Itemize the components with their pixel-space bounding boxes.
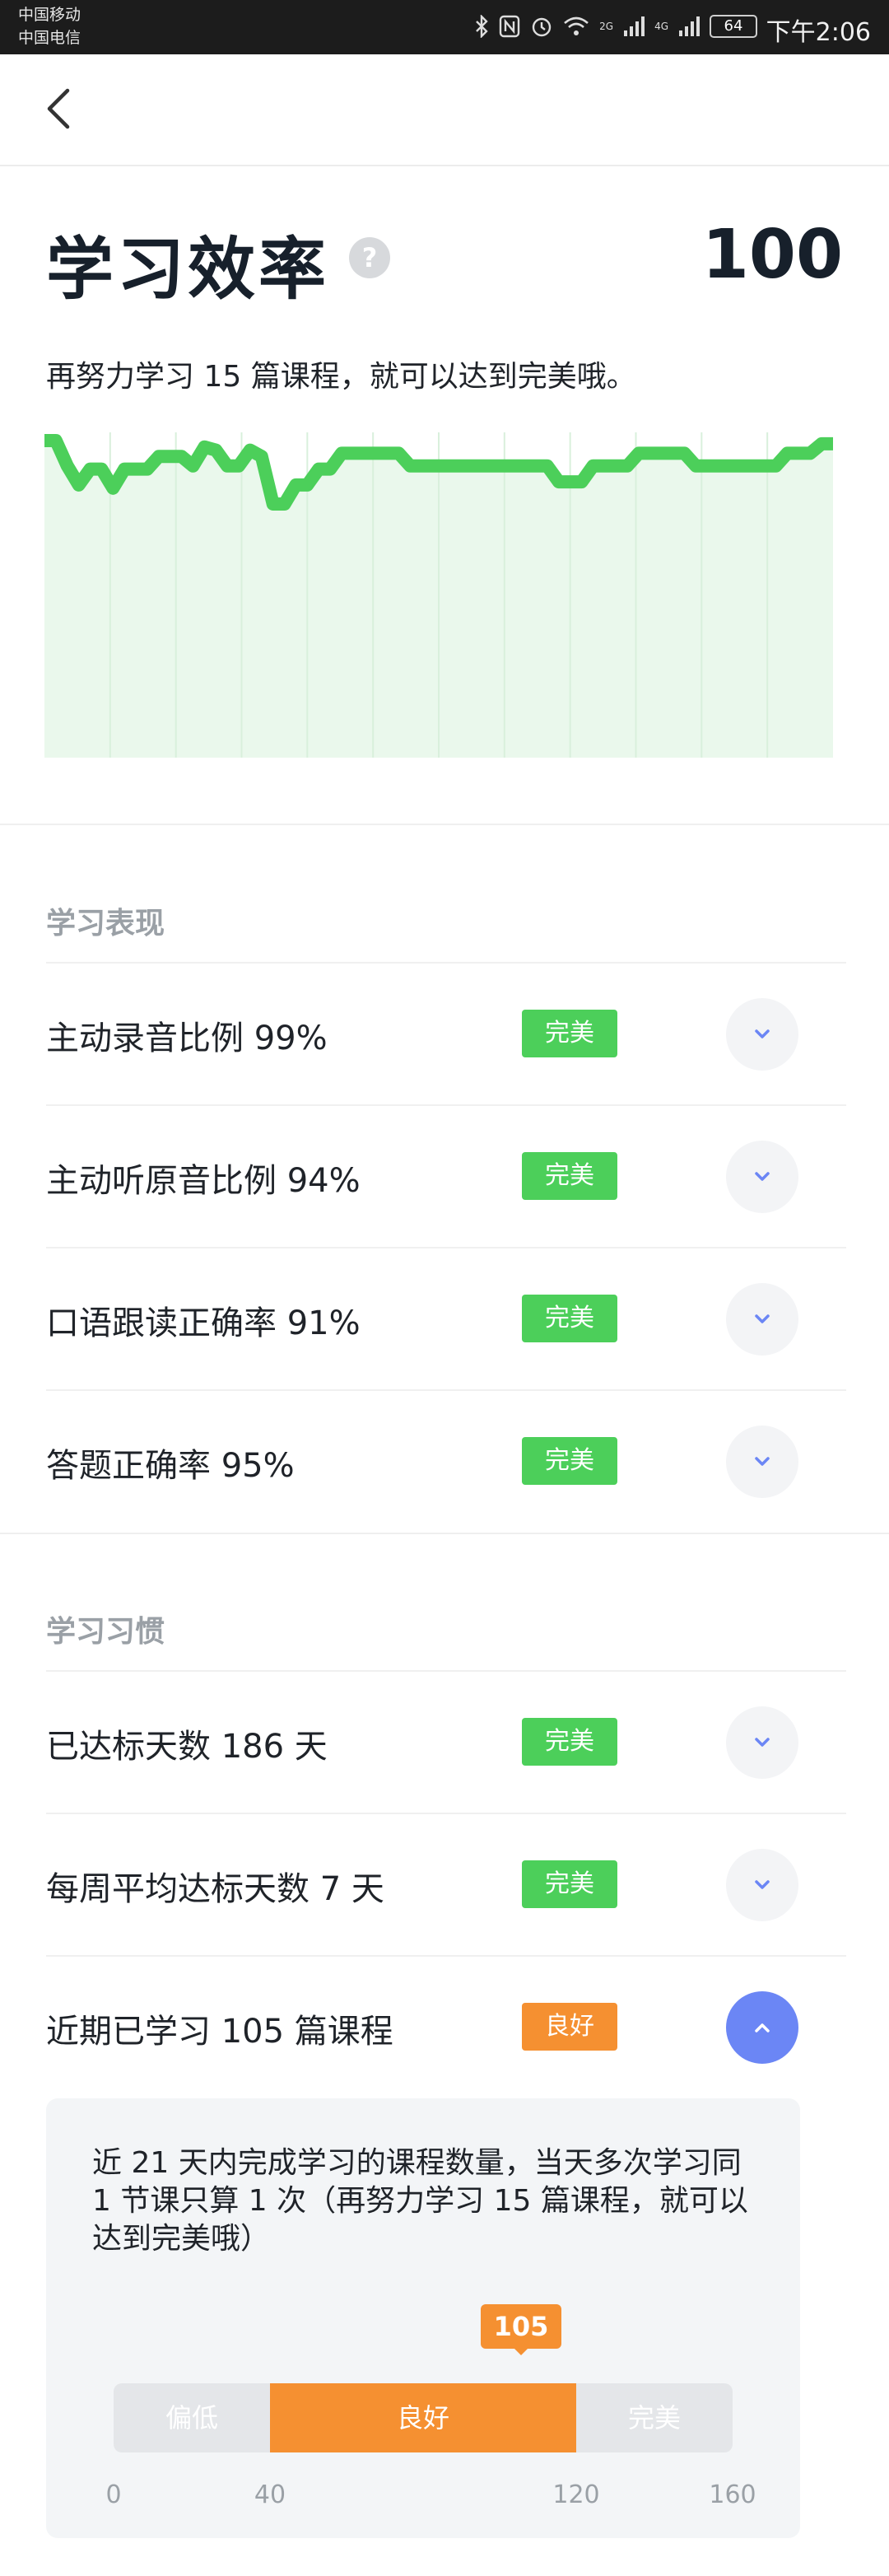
efficiency-score: 100 (701, 216, 843, 294)
range-tick-label: 40 (254, 2480, 286, 2509)
status-badge: 完美 (522, 1718, 617, 1766)
nfc-icon (499, 15, 520, 38)
range-segment-perfect: 完美 (576, 2383, 733, 2452)
metric-label: 主动听原音比例 94% (46, 1162, 361, 1200)
recent-courses-detail-card: 近 21 天内完成学习的课程数量，当天多次学习同 1 节课只算 1 次（再努力学… (46, 2098, 800, 2538)
status-badge: 完美 (522, 1152, 617, 1200)
range-tick-label: 120 (552, 2480, 600, 2509)
chevron-down-icon (755, 1880, 770, 1889)
bluetooth-icon (476, 15, 488, 38)
help-icon[interactable]: ? (349, 237, 390, 278)
section-divider (0, 824, 889, 825)
battery-indicator: 64 (710, 15, 757, 38)
status-icons: 2G 4G 64 (474, 12, 757, 41)
current-value-marker: 105 (481, 2304, 561, 2349)
status-badge: 完美 (522, 1010, 617, 1057)
metric-label: 主动录音比例 99% (46, 1020, 328, 1057)
marker-pointer (513, 2347, 529, 2355)
carrier-2: 中国电信 (18, 29, 81, 47)
section-divider (0, 1533, 889, 1534)
nav-bar (0, 54, 889, 166)
list-item-listen-ratio: 主动听原音比例 94% 完美 (46, 1104, 846, 1248)
signal-icon (624, 16, 645, 36)
alarm-icon (532, 17, 552, 37)
efficiency-trend-chart (44, 432, 833, 758)
chevron-down-icon (755, 1029, 770, 1038)
range-segment-low: 偏低 (114, 2383, 270, 2452)
signal-icon (679, 16, 700, 36)
list-item-speaking-accuracy: 口语跟读正确率 91% 完美 (46, 1247, 846, 1390)
list-item-record-ratio: 主动录音比例 99% 完美 (46, 962, 846, 1105)
status-badge: 完美 (522, 1437, 617, 1485)
list-item-qualified-days: 已达标天数 186 天 完美 (46, 1670, 846, 1813)
range-tick-label: 0 (105, 2480, 122, 2509)
metric-label: 答题正确率 95% (46, 1447, 295, 1485)
metric-label: 近期已学习 105 篇课程 (46, 2013, 393, 2051)
list-item-recent-courses: 近期已学习 105 篇课程 良好 (46, 1955, 846, 2098)
chevron-down-icon (755, 1172, 770, 1181)
efficiency-subtitle: 再努力学习 15 篇课程，就可以达到完美哦。 (46, 360, 636, 394)
chevron-up-icon (755, 2023, 770, 2032)
expand-button[interactable] (726, 1283, 798, 1356)
collapse-button[interactable] (726, 1991, 798, 2064)
chevron-down-icon (755, 1457, 770, 1466)
status-badge: 完美 (522, 1860, 617, 1908)
metric-label: 口语跟读正确率 91% (46, 1304, 361, 1342)
signal-4g-label: 4G (654, 21, 668, 32)
back-button[interactable] (36, 84, 86, 133)
section-title-habits: 学习习惯 (46, 1615, 165, 1649)
chevron-down-icon (755, 1314, 770, 1323)
list-item-answer-accuracy: 答题正确率 95% 完美 (46, 1389, 846, 1533)
page-title: 学习效率 (46, 231, 330, 309)
expand-button[interactable] (726, 1426, 798, 1498)
detail-description: 近 21 天内完成学习的课程数量，当天多次学习同 1 节课只算 1 次（再努力学… (92, 2146, 748, 2256)
list-item-weekly-avg-days: 每周平均达标天数 7 天 完美 (46, 1813, 846, 1956)
expand-button[interactable] (726, 1141, 798, 1213)
clock: 下午2:06 (766, 18, 871, 47)
expand-button[interactable] (726, 1706, 798, 1779)
wifi-icon (564, 16, 589, 35)
expand-button[interactable] (726, 1849, 798, 1921)
metric-label: 已达标天数 186 天 (46, 1728, 328, 1766)
section-title-performance: 学习表现 (46, 907, 165, 940)
range-segment-good: 良好 (270, 2383, 576, 2452)
status-badge: 良好 (522, 2003, 617, 2051)
range-tick-label: 160 (709, 2480, 756, 2509)
metric-label: 每周平均达标天数 7 天 (46, 1870, 384, 1908)
status-badge: 完美 (522, 1295, 617, 1342)
chevron-down-icon (755, 1738, 770, 1747)
signal-2g-label: 2G (599, 21, 614, 32)
expand-button[interactable] (726, 998, 798, 1071)
carrier-1: 中国移动 (18, 6, 81, 24)
chevron-left-icon (47, 88, 70, 129)
status-bar: 中国移动 中国电信 2G 4G 64 下午2:06 (0, 0, 889, 54)
